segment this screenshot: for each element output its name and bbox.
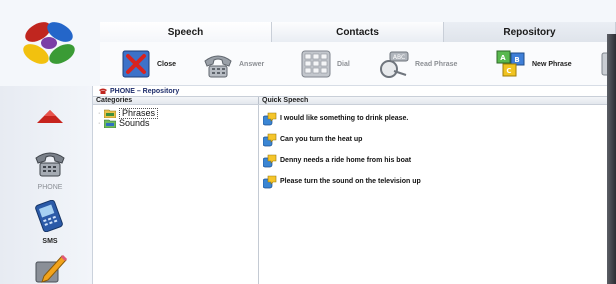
sidebar-item-phone[interactable]: PHONE [30,148,70,191]
tab-repository[interactable]: Repository [444,22,616,42]
app-window: Speech Contacts Repository Close Answer [0,0,616,284]
category-item-sounds[interactable]: · Sounds [98,118,258,128]
sidebar-item-sms[interactable]: SMS [30,199,70,245]
phone-answer-icon [204,55,232,78]
new-phrase-blocks-icon: A B C [496,50,525,77]
keypad-icon [301,50,331,78]
sms-phone-icon [35,199,63,233]
categories-header[interactable]: Categories [93,97,259,104]
categories-tree: · Phrases · Sounds [93,105,259,284]
phrase-item[interactable]: Please turn the sound on the television … [263,171,616,192]
phrase-text: Please turn the sound on the television … [280,178,421,185]
speech-phrase-icon [263,175,277,188]
dial-label: Dial [337,60,350,68]
svg-text:ABC: ABC [393,54,405,61]
close-label: Close [157,60,177,68]
quick-speech-list: I would like something to drink please. … [259,105,616,284]
answer-button[interactable]: Answer [202,48,264,80]
sidebar-item-sms-label: SMS [42,238,58,245]
speech-phrase-icon [263,154,277,167]
collapse-up-button[interactable] [30,108,70,131]
speech-phrase-icon [263,133,277,146]
tab-speech[interactable]: Speech [100,22,272,42]
category-item-phrases[interactable]: · Phrases [98,107,258,119]
close-icon [122,50,150,78]
repository-panel: PHONE – Repository Categories Quick Spee… [92,86,616,284]
main-tabs: Speech Contacts Repository [100,22,616,42]
svg-text:C: C [506,67,511,75]
window-edge [607,34,616,284]
toolbar: Close Answer Dial ABC Read Phrase A B C … [100,42,616,86]
column-headers: Categories Quick Speech [93,96,616,105]
phrase-item[interactable]: Denny needs a ride home from his boat [263,150,616,171]
new-phrase-button[interactable]: A B C New Phrase [495,48,572,80]
quick-speech-header[interactable]: Quick Speech [259,97,616,104]
breadcrumb-text: PHONE – Repository [110,87,180,95]
tab-contacts[interactable]: Contacts [272,22,444,42]
phrase-text: I would like something to drink please. [280,115,409,122]
breadcrumb: PHONE – Repository [93,86,616,96]
phrase-text: Can you turn the heat up [280,136,363,143]
phrases-folder-icon [104,109,116,118]
close-button[interactable]: Close [120,48,176,80]
read-phrase-button[interactable]: ABC Read Phrase [378,48,457,80]
dial-button[interactable]: Dial [300,48,350,80]
svg-text:B: B [514,56,519,64]
read-phrase-label: Read Phrase [415,60,458,68]
sidebar-item-phone-label: PHONE [37,184,63,191]
answer-label: Answer [239,60,265,68]
category-label: Phrases [119,107,159,119]
svg-text:A: A [500,54,506,62]
read-phrase-icon: ABC [380,51,409,78]
speech-phrase-icon [263,112,277,125]
phrase-item[interactable]: Can you turn the heat up [263,129,616,150]
new-phrase-label: New Phrase [532,60,572,68]
phrase-text: Denny needs a ride home from his boat [280,157,412,164]
sidebar-item-notes[interactable] [30,252,70,284]
phrase-item[interactable]: I would like something to drink please. [263,108,616,129]
pencil-notepad-icon [35,254,68,283]
left-sidebar: PHONE SMS [0,86,92,284]
split-panes: · Phrases · Sounds I would like somethin… [93,105,616,284]
category-label: Sounds [119,118,150,128]
sounds-folder-icon [104,119,116,128]
telephone-icon [35,152,65,177]
app-logo-icon [23,22,75,64]
arrow-up-icon [37,110,63,123]
phone-breadcrumb-icon [99,88,107,94]
